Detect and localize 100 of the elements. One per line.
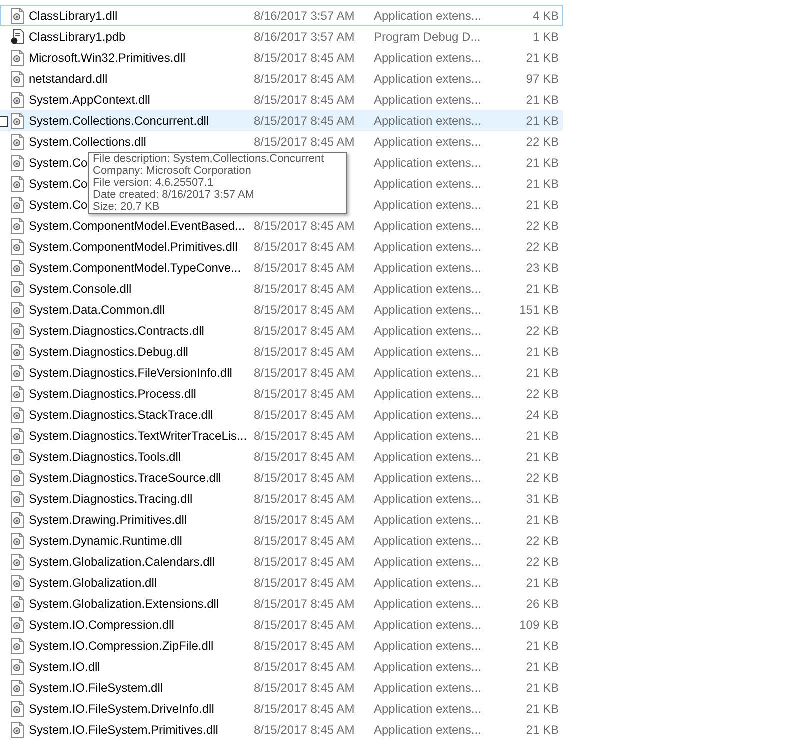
file-type: Application extens...: [374, 470, 482, 484]
file-size: 21 KB: [526, 50, 559, 64]
file-type: Application extens...: [374, 324, 482, 338]
file-type: Application extens...: [374, 198, 482, 212]
file-size: 23 KB: [526, 260, 559, 274]
file-type: Application extens...: [374, 618, 482, 632]
file-name: System.IO.Compression.dll: [29, 618, 174, 632]
file-name: ClassLibrary1.pdb: [29, 30, 126, 44]
file-type: Application extens...: [374, 680, 482, 694]
file-name: netstandard.dll: [29, 72, 108, 86]
date-modified: 8/15/2017 8:45 AM: [254, 134, 355, 148]
file-size: 21 KB: [526, 680, 559, 694]
file-type: Application extens...: [374, 72, 482, 86]
file-size: 21 KB: [526, 344, 559, 358]
file-size: 22 KB: [526, 554, 559, 568]
date-modified: 8/15/2017 8:45 AM: [254, 344, 355, 358]
date-modified: 8/15/2017 8:45 AM: [254, 492, 355, 506]
file-name: System.Diagnostics.Tools.dll: [29, 450, 182, 464]
file-name: System.Drawing.Primitives.dll: [29, 512, 188, 526]
file-size: 21 KB: [526, 366, 559, 380]
file-name: System.IO.Compression.ZipFile.dll: [29, 638, 214, 652]
file-type: Application extens...: [374, 554, 482, 568]
date-modified: 8/15/2017 8:45 AM: [254, 534, 355, 548]
date-modified: 8/15/2017 8:45 AM: [254, 660, 355, 674]
file-type: Application extens...: [374, 50, 482, 64]
file-size: 21 KB: [526, 282, 559, 296]
file-type: Application extens...: [374, 722, 482, 736]
file-name: System.Diagnostics.Debug.dll: [29, 344, 188, 358]
file-size: 21 KB: [526, 576, 559, 590]
date-modified: 8/15/2017 8:45 AM: [254, 470, 355, 484]
file-name: System.IO.FileSystem.Primitives.dll: [29, 722, 218, 736]
file-size: 21 KB: [526, 428, 559, 442]
date-modified: 8/15/2017 8:45 AM: [254, 72, 355, 86]
file-size: 21 KB: [526, 660, 559, 674]
date-modified: 8/15/2017 8:45 AM: [254, 618, 355, 632]
file-name: System.Diagnostics.Contracts.dll: [29, 324, 204, 338]
file-type: Application extens...: [374, 492, 482, 506]
file-size: 22 KB: [526, 470, 559, 484]
file-name: System.IO.FileSystem.DriveInfo.dll: [29, 702, 214, 716]
file-size: 24 KB: [526, 408, 559, 422]
file-name: System.Diagnostics.TraceSource.dll: [29, 470, 222, 484]
file-name: System.ComponentModel.EventBased...: [29, 218, 246, 232]
file-name: System.Dynamic.Runtime.dll: [29, 534, 182, 548]
file-size: 22 KB: [526, 534, 559, 548]
file-size: 21 KB: [526, 702, 559, 716]
file-size: 1 KB: [532, 30, 559, 44]
file-name: System.Collections.dll: [29, 134, 146, 148]
file-name: System.Globalization.Calendars.dll: [29, 554, 216, 568]
file-type: Application extens...: [374, 386, 482, 400]
file-type: Application extens...: [374, 576, 482, 590]
date-modified: 8/15/2017 8:45 AM: [254, 680, 355, 694]
file-type: Application extens...: [374, 176, 482, 190]
date-modified: 8/15/2017 8:45 AM: [254, 554, 355, 568]
file-type: Application extens...: [374, 8, 482, 22]
file-name: System.Co: [29, 198, 88, 212]
date-modified: 8/15/2017 8:45 AM: [254, 218, 355, 232]
date-modified: 8/15/2017 8:45 AM: [254, 596, 355, 610]
date-modified: 8/15/2017 8:45 AM: [254, 50, 355, 64]
date-modified: 8/15/2017 8:45 AM: [254, 282, 355, 296]
file-type: Application extens...: [374, 134, 482, 148]
file-name: System.IO.FileSystem.dll: [29, 680, 164, 694]
file-name: System.Co: [29, 156, 88, 170]
file-type: Application extens...: [374, 596, 482, 610]
date-modified: 8/15/2017 8:45 AM: [254, 408, 355, 422]
file-type: Application extens...: [374, 282, 482, 296]
date-modified: 8/15/2017 8:45 AM: [254, 638, 355, 652]
file-size: 22 KB: [526, 240, 559, 254]
file-name: System.Collections.Concurrent.dll: [29, 114, 210, 128]
file-size: 4 KB: [532, 8, 559, 22]
file-size: 21 KB: [526, 450, 559, 464]
file-size: 22 KB: [526, 134, 559, 148]
tooltip-line: Date created: 8/16/2017 3:57 AM: [93, 189, 256, 201]
file-type: Application extens...: [374, 218, 482, 232]
file-size: 21 KB: [526, 198, 559, 212]
date-modified: 8/15/2017 8:45 AM: [254, 428, 355, 442]
file-type: Application extens...: [374, 660, 482, 674]
tooltip-line: Size: 20.7 KB: [93, 201, 161, 213]
file-size: 22 KB: [526, 324, 559, 338]
file-type: Application extens...: [374, 114, 482, 128]
file-type: Application extens...: [374, 450, 482, 464]
tooltip-line: File version: 4.6.25507.1: [93, 177, 214, 189]
file-size: 21 KB: [526, 156, 559, 170]
file-size: 22 KB: [526, 386, 559, 400]
file-name: System.Data.Common.dll: [29, 302, 166, 316]
date-modified: 8/15/2017 8:45 AM: [254, 576, 355, 590]
date-modified: 8/15/2017 8:45 AM: [254, 366, 355, 380]
date-modified: 8/15/2017 8:45 AM: [254, 92, 355, 106]
file-type: Application extens...: [374, 302, 482, 316]
date-modified: 8/15/2017 8:45 AM: [254, 324, 355, 338]
file-size: 97 KB: [526, 72, 559, 86]
tooltip-line: Company: Microsoft Corporation: [93, 165, 252, 177]
file-size: 26 KB: [526, 596, 559, 610]
file-name: System.AppContext.dll: [29, 92, 150, 106]
file-type: Application extens...: [374, 92, 482, 106]
date-modified: 8/15/2017 8:45 AM: [254, 512, 355, 526]
file-name: System.Globalization.dll: [29, 576, 158, 590]
file-type: Application extens...: [374, 156, 482, 170]
file-type: Application extens...: [374, 344, 482, 358]
file-type: Application extens...: [374, 638, 482, 652]
file-name: System.Diagnostics.StackTrace.dll: [29, 408, 214, 422]
